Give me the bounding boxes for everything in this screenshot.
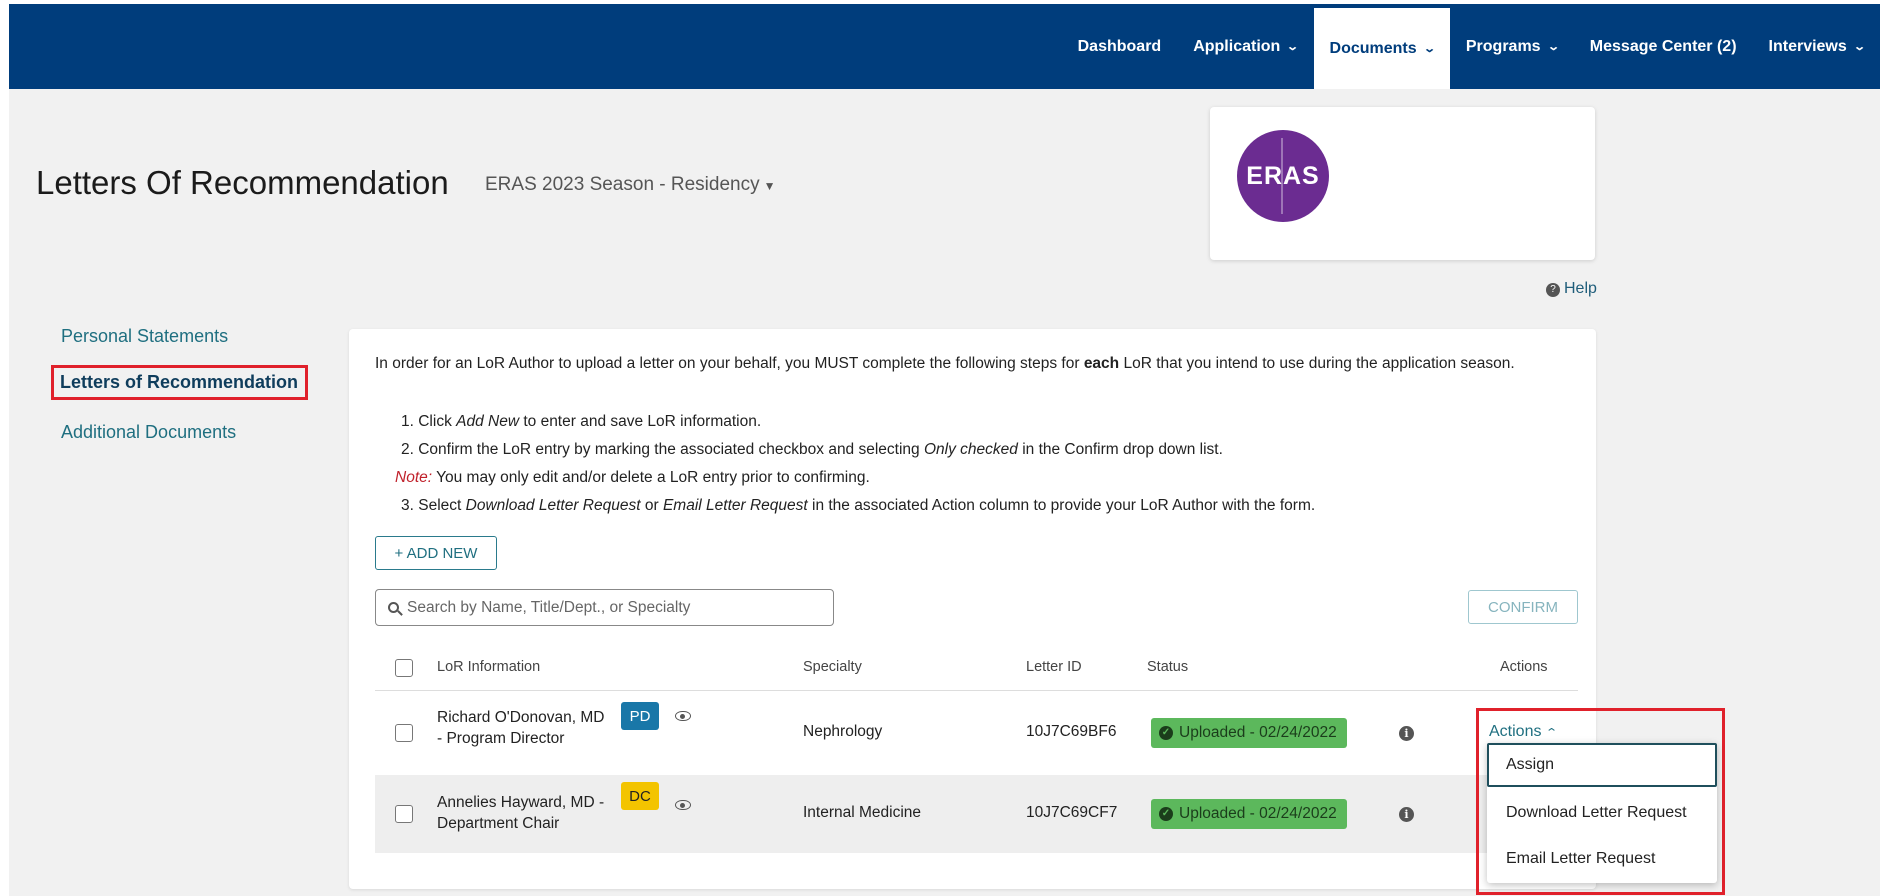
step-text: Confirm the LoR entry by marking the ass…	[418, 441, 924, 458]
step-number: 3.	[401, 497, 419, 514]
step-emphasis: Only checked	[923, 441, 1018, 458]
step-number: 1.	[401, 413, 419, 430]
specialty-cell: Internal Medicine	[803, 804, 922, 821]
note-label: Note:	[395, 469, 433, 486]
chevron-down-icon: ⌄	[1546, 41, 1560, 53]
nav-item-dashboard[interactable]: Dashboard	[1062, 4, 1178, 89]
chevron-down-icon: ⌄	[1422, 43, 1436, 55]
help-link[interactable]: ? Help	[1546, 280, 1597, 298]
instruction-steps: 1. Click Add New to enter and save LoR i…	[395, 408, 1315, 520]
step-number: 2.	[401, 441, 419, 458]
table-row: Annelies Hayward, MD - Department Chair …	[375, 775, 1578, 853]
status-text: Uploaded - 02/24/2022	[1179, 724, 1337, 741]
search-box	[375, 589, 834, 626]
intro-text-end: LoR that you intend to use during the ap…	[1119, 355, 1515, 372]
instructions-intro: In order for an LoR Author to upload a l…	[375, 353, 1575, 375]
nav-label: Documents	[1329, 39, 1417, 57]
logo-text: ERAS	[1246, 161, 1320, 190]
step-emphasis: Email Letter Request	[662, 497, 808, 514]
nav-list: Dashboard Application ⌄ Documents ⌄ Progra…	[1062, 4, 1880, 89]
sidebar-item-letters-of-recommendation[interactable]: Letters of Recommendation	[51, 365, 308, 400]
nav-item-documents[interactable]: Documents ⌄	[1313, 8, 1450, 89]
nav-label: Dashboard	[1077, 37, 1162, 55]
lor-card: In order for an LoR Author to upload a l…	[349, 329, 1596, 889]
caduceus-icon	[1281, 138, 1283, 214]
step-2: 2. Confirm the LoR entry by marking the …	[401, 436, 1315, 464]
menu-item-email-letter-request[interactable]: Email Letter Request	[1487, 837, 1717, 881]
step-text: or	[640, 497, 663, 514]
nav-item-application[interactable]: Application ⌄	[1177, 4, 1313, 89]
top-navigation: Dashboard Application ⌄ Documents ⌄ Progra…	[9, 4, 1880, 89]
nav-item-interviews[interactable]: Interviews ⌄	[1753, 4, 1880, 89]
eras-logo: ERAS	[1237, 130, 1329, 222]
sidebar-item-additional-documents[interactable]: Additional Documents	[61, 422, 308, 443]
search-input[interactable]	[407, 598, 827, 617]
chevron-down-icon: ⌄	[1852, 41, 1866, 53]
intro-bold: each	[1083, 355, 1120, 372]
app-frame: Dashboard Application ⌄ Documents ⌄ Progra…	[9, 4, 1880, 896]
status-text: Uploaded - 02/24/2022	[1179, 805, 1337, 822]
nav-label: Interviews	[1768, 37, 1847, 55]
page-title: Letters Of Recommendation	[36, 164, 449, 201]
table-header: LoR Information Specialty Letter ID Stat…	[375, 644, 1578, 691]
column-header-status: Status	[1147, 659, 1189, 675]
step-text: Select	[418, 497, 466, 514]
info-icon[interactable]: i	[1399, 807, 1414, 822]
chevron-down-icon: ⌄	[1286, 41, 1300, 53]
lor-author-name: Richard O'Donovan, MD - Program Director	[437, 709, 605, 747]
column-header-lor-information: LoR Information	[437, 659, 541, 675]
column-header-specialty: Specialty	[803, 659, 862, 675]
step-text: in the Confirm drop down list.	[1017, 441, 1223, 458]
document-sidebar: Personal Statements Letters of Recommend…	[51, 326, 308, 465]
step-3: 3. Select Download Letter Request or Ema…	[401, 492, 1315, 520]
nav-item-message-center[interactable]: Message Center (2)	[1574, 4, 1753, 89]
eye-icon[interactable]	[675, 711, 691, 721]
search-icon	[388, 602, 399, 613]
nav-label: Message Center (2)	[1589, 37, 1737, 55]
specialty-cell: Nephrology	[803, 723, 883, 740]
column-header-actions: Actions	[1500, 659, 1548, 675]
add-new-button[interactable]: + ADD NEW	[375, 536, 497, 570]
intro-text: In order for an LoR Author to upload a l…	[375, 355, 1084, 372]
row-checkbox[interactable]	[395, 805, 413, 823]
letter-id-cell: 10J7C69BF6	[1026, 723, 1117, 740]
actions-dropdown-menu: Assign Download Letter Request Email Let…	[1487, 743, 1717, 883]
note-text: You may only edit and/or delete a LoR en…	[432, 469, 870, 486]
step-emphasis: Add New	[456, 413, 520, 430]
step-text: in the associated Action column to provi…	[807, 497, 1316, 514]
nav-item-programs[interactable]: Programs ⌄	[1450, 4, 1574, 89]
column-header-letter-id: Letter ID	[1026, 659, 1082, 675]
menu-item-download-letter-request[interactable]: Download Letter Request	[1487, 791, 1717, 835]
status-badge: ✓ Uploaded - 02/24/2022	[1151, 799, 1347, 829]
letter-id-cell: 10J7C69CF7	[1026, 804, 1118, 821]
confirm-button[interactable]: CONFIRM	[1468, 590, 1578, 624]
step-emphasis: Download Letter Request	[465, 497, 641, 514]
select-all-checkbox[interactable]	[395, 659, 413, 677]
lor-author-name: Annelies Hayward, MD - Department Chair	[437, 794, 605, 832]
info-icon[interactable]: i	[1399, 726, 1414, 741]
step-1: 1. Click Add New to enter and save LoR i…	[401, 408, 1315, 436]
role-badge-pd: PD	[621, 702, 659, 730]
caret-down-icon: ▼	[763, 179, 776, 193]
season-selector-label: ERAS 2023 Season - Residency	[485, 174, 760, 195]
table-row: Richard O'Donovan, MD - Program Director…	[375, 694, 1578, 772]
sidebar-item-personal-statements[interactable]: Personal Statements	[61, 326, 308, 347]
step-text: to enter and save LoR information.	[519, 413, 762, 430]
help-label: Help	[1564, 280, 1597, 297]
menu-item-assign[interactable]: Assign	[1487, 743, 1717, 787]
question-icon: ?	[1546, 283, 1560, 297]
nav-label: Programs	[1465, 37, 1541, 55]
nav-label: Application	[1193, 37, 1281, 55]
row-checkbox[interactable]	[395, 724, 413, 742]
role-badge-dc: DC	[621, 782, 659, 810]
step-text: Click	[418, 413, 457, 430]
status-badge: ✓ Uploaded - 02/24/2022	[1151, 718, 1347, 748]
logo-card: ERAS	[1210, 107, 1595, 260]
season-selector[interactable]: ERAS 2023 Season - Residency ▼	[485, 174, 776, 196]
step-note: Note: You may only edit and/or delete a …	[395, 464, 1315, 492]
check-circle-icon: ✓	[1159, 807, 1173, 821]
eye-icon[interactable]	[675, 800, 691, 810]
check-circle-icon: ✓	[1159, 726, 1173, 740]
